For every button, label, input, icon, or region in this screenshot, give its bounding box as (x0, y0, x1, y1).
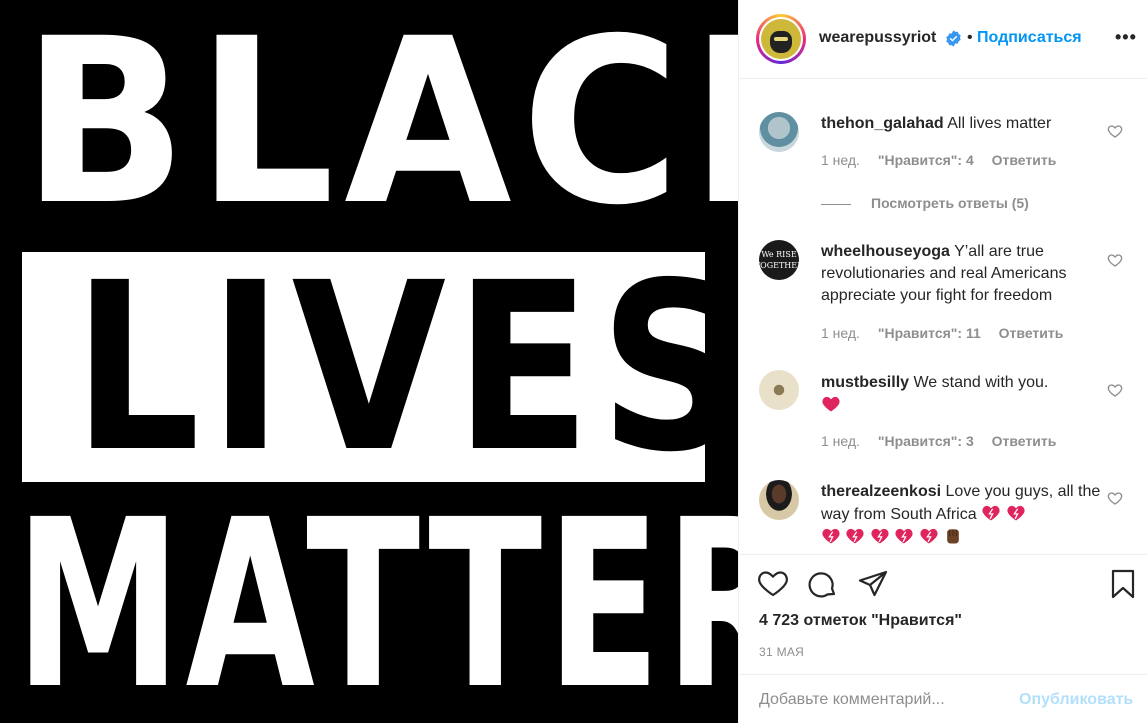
emoji-row (981, 505, 1025, 523)
comment-time: 1 нед. (821, 325, 860, 341)
commenter-avatar[interactable] (759, 370, 799, 410)
instagram-post: BLACK LIVES MATTER wearepussyriot • Подп… (0, 0, 1147, 723)
separator-dot: • (967, 29, 973, 46)
avatar[interactable] (759, 17, 803, 61)
sparkling-heart-emoji-icon (822, 528, 840, 544)
commenter-avatar[interactable]: We RISE TOGETHER (759, 240, 799, 280)
save-bookmark-icon[interactable] (1107, 568, 1139, 600)
image-text-black: BLACK (22, 0, 738, 255)
comment-text: All lives matter (947, 115, 1052, 132)
comment-like-heart-icon[interactable] (1107, 382, 1123, 398)
comment-input[interactable] (759, 689, 1009, 711)
image-text-lives: LIVES (73, 233, 738, 503)
share-paper-plane-icon[interactable] (857, 568, 889, 600)
comment-like-heart-icon[interactable] (1107, 490, 1123, 506)
comment-meta: 1 нед. "Нравится": 4 Ответить (821, 152, 1070, 168)
comment-like-heart-icon[interactable] (1107, 123, 1123, 139)
verified-badge-icon (946, 30, 961, 47)
comments-list[interactable]: thehon_galahad All lives matter 1 нед. "… (739, 80, 1147, 554)
comment-time: 1 нед. (821, 152, 860, 168)
raised-fist-emoji-icon (947, 529, 960, 544)
commenter-avatar[interactable] (759, 112, 799, 152)
comment-username[interactable]: mustbesilly (821, 374, 909, 391)
publish-button[interactable]: Опубликовать (1019, 691, 1133, 709)
comment-likes[interactable]: "Нравится": 4 (878, 152, 974, 168)
comment-meta: 1 нед. "Нравится": 11 Ответить (821, 325, 1077, 341)
sparkling-heart-emoji-icon (895, 528, 913, 544)
like-heart-icon[interactable] (757, 568, 789, 600)
sparkling-heart-emoji-icon (846, 528, 865, 544)
view-replies-button[interactable]: Посмотреть ответы (5) (821, 195, 1029, 211)
comment-likes[interactable]: "Нравится": 11 (878, 325, 981, 341)
comment-reply-button[interactable]: Ответить (992, 433, 1057, 449)
emoji-row (821, 528, 963, 546)
sparkling-heart-emoji-icon (920, 528, 938, 544)
comment-meta: 1 нед. "Нравится": 3 Ответить (821, 433, 1070, 449)
commenter-avatar[interactable] (759, 480, 799, 520)
red-heart-emoji-icon (822, 396, 840, 412)
more-options-icon[interactable]: ••• (1115, 27, 1136, 47)
comment-bubble-icon[interactable] (807, 568, 839, 600)
follow-button[interactable]: Подписаться (977, 29, 1082, 47)
sparkling-heart-emoji-icon (1006, 505, 1025, 521)
post-header: wearepussyriot • Подписаться ••• (739, 0, 1147, 79)
add-comment-bar: Опубликовать (739, 674, 1147, 723)
story-ring[interactable] (756, 14, 806, 64)
comment-username[interactable]: thehon_galahad (821, 115, 944, 132)
svg-text:TOGETHER: TOGETHER (759, 261, 799, 270)
likes-count[interactable]: 4 723 отметок "Нравится" (759, 612, 962, 630)
comment-username[interactable]: wheelhouseyoga (821, 243, 950, 260)
comment-like-heart-icon[interactable] (1107, 252, 1123, 268)
comment-text: We stand with you. (913, 374, 1049, 391)
post-image[interactable]: BLACK LIVES MATTER (0, 0, 738, 723)
post-author-username[interactable]: wearepussyriot (819, 29, 936, 47)
actions-divider (739, 554, 1147, 555)
comment-time: 1 нед. (821, 433, 860, 449)
post-date[interactable]: 31 МАЯ (759, 645, 804, 659)
image-text-matter: MATTER (15, 470, 738, 723)
comment-likes[interactable]: "Нравится": 3 (878, 433, 974, 449)
sparkling-heart-emoji-icon (982, 505, 1000, 521)
svg-text:We RISE: We RISE (761, 250, 797, 259)
post-side-panel: wearepussyriot • Подписаться ••• thehon_… (738, 0, 1147, 723)
comment-username[interactable]: therealzeenkosi (821, 483, 941, 500)
comment-reply-button[interactable]: Ответить (999, 325, 1064, 341)
sparkling-heart-emoji-icon (871, 528, 889, 544)
comment-reply-button[interactable]: Ответить (992, 152, 1057, 168)
